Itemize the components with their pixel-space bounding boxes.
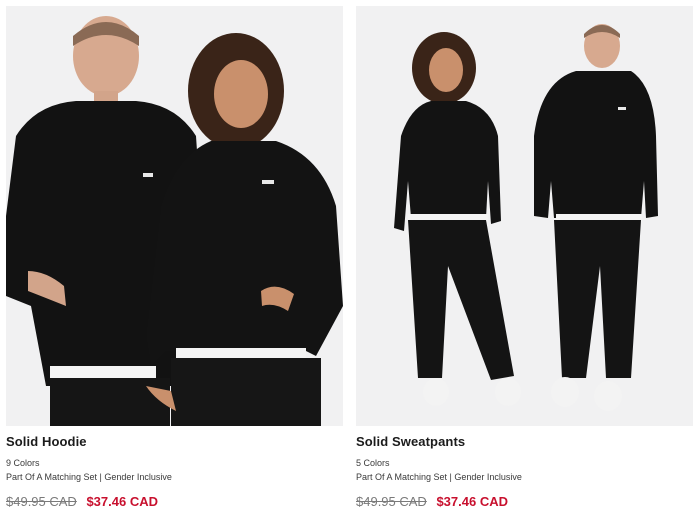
original-price: $49.95 CAD: [356, 494, 427, 509]
sale-price: $37.46 CAD: [86, 494, 158, 509]
sale-price: $37.46 CAD: [436, 494, 508, 509]
hoodie-models-photo: [6, 6, 343, 426]
product-image-hoodie[interactable]: [6, 6, 343, 426]
product-card-solid-sweatpants[interactable]: Solid Sweatpants 5 Colors Part Of A Matc…: [356, 0, 693, 523]
product-tags: Part Of A Matching Set | Gender Inclusiv…: [6, 472, 172, 482]
product-card-solid-hoodie[interactable]: Solid Hoodie 9 Colors Part Of A Matching…: [6, 0, 343, 523]
product-color-count[interactable]: 5 Colors: [356, 458, 390, 468]
product-name[interactable]: Solid Hoodie: [6, 434, 87, 449]
product-color-count[interactable]: 9 Colors: [6, 458, 40, 468]
product-grid: Solid Hoodie 9 Colors Part Of A Matching…: [0, 0, 700, 523]
product-tags: Part Of A Matching Set | Gender Inclusiv…: [356, 472, 522, 482]
product-image-sweatpants[interactable]: [356, 6, 693, 426]
product-price: $49.95 CAD $37.46 CAD: [6, 494, 158, 509]
product-name[interactable]: Solid Sweatpants: [356, 434, 465, 449]
sweatpants-models-photo: [356, 6, 693, 426]
product-price: $49.95 CAD $37.46 CAD: [356, 494, 508, 509]
original-price: $49.95 CAD: [6, 494, 77, 509]
